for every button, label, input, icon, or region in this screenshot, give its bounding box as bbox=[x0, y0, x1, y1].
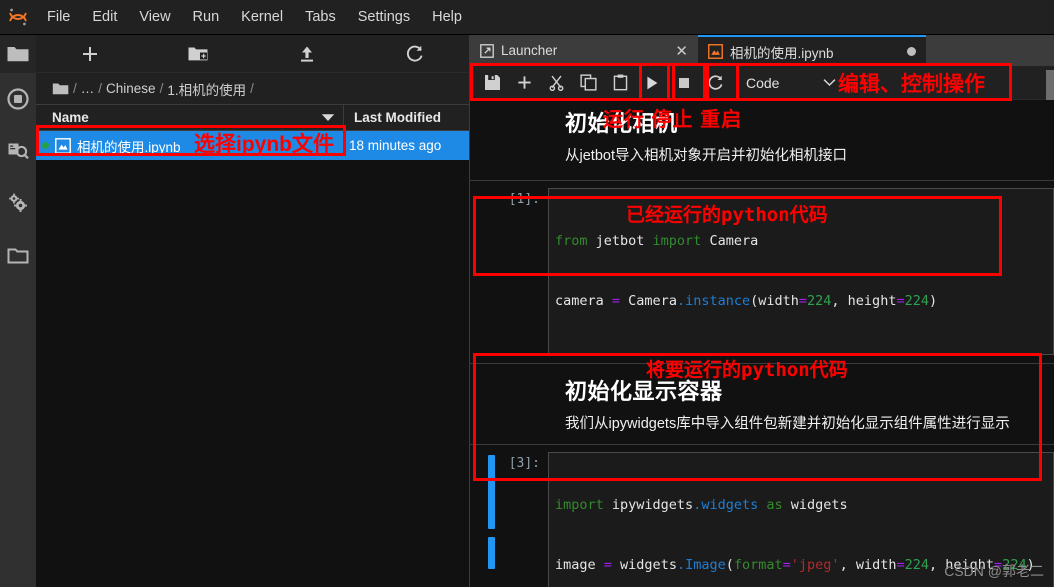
jupyter-logo-icon bbox=[0, 0, 36, 35]
save-button[interactable] bbox=[476, 68, 508, 98]
code-line: from jetbot import Camera bbox=[555, 232, 759, 249]
save-icon bbox=[484, 75, 500, 90]
notebook-file-icon bbox=[708, 44, 723, 59]
copy-cell-button[interactable] bbox=[572, 68, 604, 98]
menu-edit[interactable]: Edit bbox=[81, 0, 128, 35]
breadcrumb-sep: / bbox=[250, 81, 254, 96]
breadcrumb-sep: / bbox=[98, 81, 103, 96]
file-browser-panel: / … / Chinese / 1.相机的使用 / Name Last Modi… bbox=[36, 35, 470, 587]
menu-settings[interactable]: Settings bbox=[347, 0, 421, 35]
insert-cell-button[interactable] bbox=[508, 68, 540, 98]
cell-type-select[interactable]: Code bbox=[746, 75, 836, 91]
new-folder-button[interactable] bbox=[144, 35, 252, 73]
code-line: import ipywidgets.widgets as widgets bbox=[555, 496, 848, 513]
plus-icon bbox=[517, 76, 531, 89]
scissors-icon bbox=[549, 75, 563, 91]
breadcrumb-current[interactable]: 1.相机的使用 bbox=[167, 79, 246, 99]
unsaved-dot-icon[interactable] bbox=[907, 47, 916, 56]
upload-icon bbox=[300, 46, 313, 62]
menu-run[interactable]: Run bbox=[182, 0, 231, 35]
notebook-panel: Launcher ✕ 相机的使用.ipynb Code 初始化相机 从jetbo… bbox=[470, 35, 1054, 587]
jupyterlab-window: File Edit View Run Kernel Tabs Settings … bbox=[0, 0, 1054, 587]
notebook-toolbar: Code bbox=[470, 66, 1054, 100]
interrupt-kernel-button[interactable] bbox=[668, 68, 700, 98]
paste-icon bbox=[613, 74, 627, 91]
file-list-item[interactable]: 相机的使用.ipynb 18 minutes ago bbox=[36, 131, 469, 160]
upload-files-button[interactable] bbox=[253, 35, 361, 73]
notebook-cells-container[interactable]: 初始化相机 从jetbot导入相机对象开启并初始化相机接口 [1]: from … bbox=[470, 100, 1054, 587]
activity-bar bbox=[0, 35, 36, 587]
tab-notebook[interactable]: 相机的使用.ipynb bbox=[698, 35, 926, 66]
markdown-heading-1: 初始化相机 bbox=[565, 111, 678, 136]
refresh-icon bbox=[406, 45, 423, 62]
file-browser-toolbar bbox=[36, 35, 469, 73]
commands-search-icon[interactable] bbox=[0, 125, 36, 177]
markdown-heading-2: 初始化显示容器 bbox=[470, 362, 1054, 406]
file-modified-label: 18 minutes ago bbox=[349, 138, 442, 153]
column-header-name[interactable]: Name bbox=[36, 110, 343, 125]
markdown-paragraph-2: 我们从ipywidgets库中导入组件包新建并初始化显示组件属性进行显示 bbox=[565, 415, 1010, 432]
file-list-header: Name Last Modified bbox=[36, 104, 469, 131]
cell-prompt-2: [3]: bbox=[508, 455, 540, 471]
cell-editor-1[interactable]: from jetbot import Camera camera = Camer… bbox=[548, 187, 1054, 355]
tab-launcher[interactable]: Launcher ✕ bbox=[470, 35, 698, 66]
menu-help[interactable]: Help bbox=[421, 0, 473, 35]
copy-icon bbox=[579, 74, 597, 91]
folder-icon bbox=[7, 47, 29, 62]
code-cell-1[interactable]: [1]: from jetbot import Camera camera = … bbox=[470, 179, 1054, 363]
play-icon bbox=[647, 76, 658, 89]
sidebar-item-file-browser[interactable] bbox=[0, 35, 36, 73]
file-name-label: 相机的使用.ipynb bbox=[77, 139, 181, 155]
stop-square-icon bbox=[679, 77, 689, 88]
tab-notebook-label: 相机的使用.ipynb bbox=[730, 45, 834, 61]
menu-view[interactable]: View bbox=[128, 0, 181, 35]
cell-selection-bar-input bbox=[488, 454, 495, 529]
new-folder-icon bbox=[188, 47, 208, 60]
running-terminals-icon[interactable] bbox=[0, 73, 36, 125]
refresh-file-list-button[interactable] bbox=[361, 35, 469, 73]
tab-launcher-label: Launcher bbox=[501, 43, 558, 58]
breadcrumb-chinese[interactable]: Chinese bbox=[106, 81, 156, 96]
cell-prompt-1: [1]: bbox=[508, 191, 540, 207]
breadcrumb-sep: / bbox=[73, 81, 77, 96]
paste-cell-button[interactable] bbox=[604, 68, 636, 98]
column-header-name-label: Name bbox=[52, 110, 89, 125]
menu-kernel[interactable]: Kernel bbox=[230, 0, 294, 35]
breadcrumb: / … / Chinese / 1.相机的使用 / bbox=[36, 73, 469, 104]
tab-bar: Launcher ✕ 相机的使用.ipynb bbox=[470, 35, 1054, 66]
cell-selection-bar-output bbox=[488, 536, 495, 569]
open-tabs-folder-icon[interactable] bbox=[0, 229, 36, 281]
notebook-file-icon bbox=[55, 137, 71, 154]
restart-refresh-icon bbox=[708, 74, 723, 90]
markdown-paragraph-1: 从jetbot导入相机对象开启并初始化相机接口 bbox=[565, 148, 847, 164]
close-icon[interactable]: ✕ bbox=[675, 42, 688, 60]
property-inspector-gear-icon[interactable] bbox=[0, 177, 36, 229]
csdn-watermark: CSDN @郭老二 bbox=[944, 563, 1044, 579]
restart-kernel-button[interactable] bbox=[700, 68, 732, 98]
vertical-scrollbar[interactable] bbox=[1046, 70, 1054, 100]
breadcrumb-ellipsis[interactable]: … bbox=[81, 81, 95, 96]
menu-file[interactable]: File bbox=[36, 0, 81, 35]
new-launcher-button[interactable] bbox=[36, 35, 144, 73]
cut-cell-button[interactable] bbox=[540, 68, 572, 98]
column-header-last-modified[interactable]: Last Modified bbox=[343, 104, 469, 131]
menu-bar: File Edit View Run Kernel Tabs Settings … bbox=[0, 0, 1054, 35]
cell-type-value: Code bbox=[746, 74, 780, 91]
sort-descending-caret-icon bbox=[321, 114, 335, 121]
chevron-down-icon bbox=[823, 79, 836, 87]
launcher-icon bbox=[480, 43, 494, 58]
folder-home-icon[interactable] bbox=[52, 82, 69, 96]
plus-icon bbox=[83, 46, 98, 61]
running-indicator-dot-icon bbox=[42, 142, 49, 149]
breadcrumb-sep: / bbox=[159, 81, 164, 96]
run-cell-button[interactable] bbox=[636, 68, 668, 98]
menu-tabs[interactable]: Tabs bbox=[294, 0, 347, 35]
code-line: camera = Camera.instance(width=224, heig… bbox=[555, 292, 938, 309]
